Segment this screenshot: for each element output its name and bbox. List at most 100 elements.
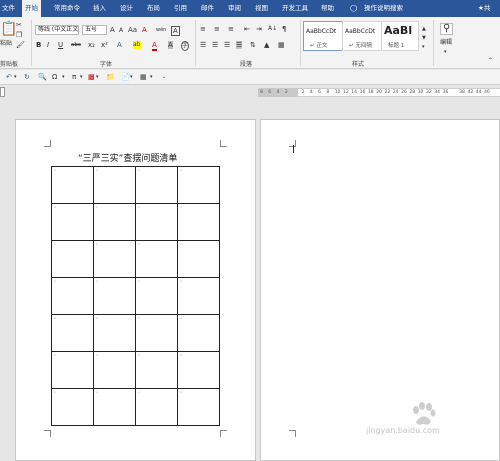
table-cell[interactable]: ↵: [51, 166, 94, 204]
table-cell[interactable]: ↵: [135, 240, 178, 278]
find-icon[interactable]: ⚲: [440, 23, 454, 35]
clear-format-icon[interactable]: A: [142, 26, 147, 34]
format-painter-icon[interactable]: 🖌: [16, 41, 25, 49]
paste-button[interactable]: 粘贴: [0, 40, 12, 48]
show-marks-icon[interactable]: ¶: [282, 25, 286, 33]
tab-mailings[interactable]: 邮件: [201, 0, 214, 17]
bullets-icon[interactable]: ≡: [200, 25, 206, 33]
table-cell[interactable]: ↵: [93, 240, 136, 278]
table-cell[interactable]: ↵: [51, 388, 94, 426]
font-grow-icon[interactable]: A: [110, 26, 115, 34]
share-icon[interactable]: ★共: [478, 0, 490, 17]
shading-dropdown-icon[interactable]: ▾: [96, 73, 99, 81]
table-cell[interactable]: ↵: [93, 166, 136, 204]
styles-scroll-down-icon[interactable]: ▼: [422, 34, 426, 42]
undo-dropdown-icon[interactable]: ▾: [14, 73, 17, 81]
underline-button[interactable]: U: [58, 41, 63, 49]
subscript-button[interactable]: x₂: [88, 41, 95, 49]
tab-common-commands[interactable]: 常用命令: [54, 0, 80, 17]
table-cell[interactable]: ↵: [93, 351, 136, 389]
equation-icon[interactable]: π: [72, 73, 76, 81]
redo-icon[interactable]: ↻: [24, 73, 30, 81]
font-shrink-icon[interactable]: A: [119, 27, 123, 35]
italic-button[interactable]: I: [47, 41, 49, 49]
open-icon[interactable]: 📁: [106, 73, 115, 81]
equation-dropdown-icon[interactable]: ▾: [80, 73, 83, 81]
borders-icon[interactable]: ▦: [278, 41, 285, 49]
char-shading-button[interactable]: A: [168, 41, 173, 49]
tab-help[interactable]: 帮助: [321, 0, 334, 17]
text-effects-icon[interactable]: A: [117, 41, 122, 49]
table-cell[interactable]: ↵: [51, 240, 94, 278]
undo-icon[interactable]: ↶: [6, 73, 12, 81]
editing-button[interactable]: 编辑: [440, 39, 452, 47]
table-cell[interactable]: ↵: [177, 166, 220, 204]
table-cell[interactable]: ↵: [177, 203, 220, 241]
table-cell[interactable]: ↵: [177, 314, 220, 352]
copy-icon[interactable]: ❐: [16, 31, 22, 39]
phonetic-guide-icon[interactable]: wén: [156, 26, 166, 34]
tab-selector[interactable]: [0, 87, 5, 97]
table-cell[interactable]: ↵: [135, 203, 178, 241]
print-preview-icon[interactable]: 🔍: [38, 73, 47, 81]
tab-file[interactable]: 文件: [2, 0, 15, 17]
tab-references[interactable]: 引用: [174, 0, 187, 17]
table-cell[interactable]: ↵: [177, 277, 220, 315]
style-normal[interactable]: AaBbCcDt ↵ 正文: [303, 21, 345, 51]
document-title[interactable]: “三严三实”查摆问题清单: [78, 151, 177, 164]
bold-button[interactable]: B: [36, 41, 41, 49]
checklist-table[interactable]: ↵ ↵ ↵ ↵ ↵ ↵ ↵ ↵ ↵ ↵ ↵ ↵ ↵ ↵ ↵ ↵ ↵ ↵ ↵ ↵ ↵ ↵ ↵ ↵ ↵ ↵ ↵ ↵: [51, 166, 220, 426]
style-no-spacing[interactable]: AaBbCcDt ↵ 无间隔: [342, 21, 384, 51]
table-cell[interactable]: ↵: [93, 388, 136, 426]
style-heading-1[interactable]: AaBl 标题 1: [381, 21, 419, 51]
multilevel-list-icon[interactable]: ≡: [228, 25, 234, 33]
align-right-icon[interactable]: ☰: [224, 41, 230, 49]
table-cell[interactable]: ↵: [135, 388, 178, 426]
justify-icon[interactable]: ☰: [236, 41, 243, 49]
new-doc-icon[interactable]: 📄: [121, 73, 130, 81]
enclose-char-button[interactable]: 字: [181, 41, 190, 51]
align-center-icon[interactable]: ☰: [212, 41, 218, 49]
numbering-icon[interactable]: ≡: [214, 25, 220, 33]
table-cell[interactable]: ↵: [135, 166, 178, 204]
char-border-icon[interactable]: A: [171, 26, 180, 36]
editing-dropdown-icon[interactable]: ▾: [444, 48, 447, 56]
table-cell[interactable]: ↵: [177, 351, 220, 389]
table-cell[interactable]: ↵: [51, 203, 94, 241]
collapse-ribbon-icon[interactable]: ⌃: [488, 57, 493, 65]
paste-icon[interactable]: 📋: [0, 21, 17, 37]
table-cell[interactable]: ↵: [177, 240, 220, 278]
font-size-select[interactable]: 五号: [82, 25, 107, 35]
symbol-dropdown-icon[interactable]: ▾: [62, 73, 65, 81]
table-cell[interactable]: ↵: [51, 277, 94, 315]
shading-color-icon[interactable]: ▩: [88, 73, 95, 81]
strikethrough-button[interactable]: abc: [71, 41, 81, 49]
sort-icon[interactable]: A↓: [268, 25, 277, 33]
table-cell[interactable]: ↵: [51, 314, 94, 352]
shading-icon[interactable]: ▲: [264, 41, 269, 49]
font-color-button[interactable]: A: [152, 41, 157, 51]
tab-insert[interactable]: 插入: [93, 0, 106, 17]
table-icon[interactable]: ▦: [140, 73, 147, 81]
increase-indent-icon[interactable]: ⇥: [256, 25, 262, 33]
cut-icon[interactable]: ✂: [16, 21, 22, 29]
tab-view[interactable]: 视图: [255, 0, 268, 17]
superscript-button[interactable]: x²: [101, 41, 108, 49]
tab-layout[interactable]: 布局: [147, 0, 160, 17]
table-cell[interactable]: ↵: [177, 388, 220, 426]
line-spacing-icon[interactable]: ⇅: [250, 41, 256, 49]
customize-qat-icon[interactable]: ⌄: [162, 73, 166, 81]
change-case-icon[interactable]: Aa: [128, 26, 137, 34]
table-cell[interactable]: ↵: [93, 314, 136, 352]
table-cell[interactable]: ↵: [93, 277, 136, 315]
tab-design[interactable]: 设计: [120, 0, 133, 17]
decrease-indent-icon[interactable]: ⇤: [244, 25, 250, 33]
tell-me-search[interactable]: 操作说明搜索: [364, 0, 403, 17]
align-left-icon[interactable]: ☰: [200, 41, 206, 49]
table-cell[interactable]: ↵: [51, 351, 94, 389]
styles-more-icon[interactable]: ▾: [422, 43, 425, 51]
tab-review[interactable]: 审阅: [228, 0, 241, 17]
tab-developer[interactable]: 开发工具: [282, 0, 308, 17]
tab-home[interactable]: 开始: [22, 0, 41, 17]
font-family-select[interactable]: 等线 (中文正文): [35, 25, 79, 35]
